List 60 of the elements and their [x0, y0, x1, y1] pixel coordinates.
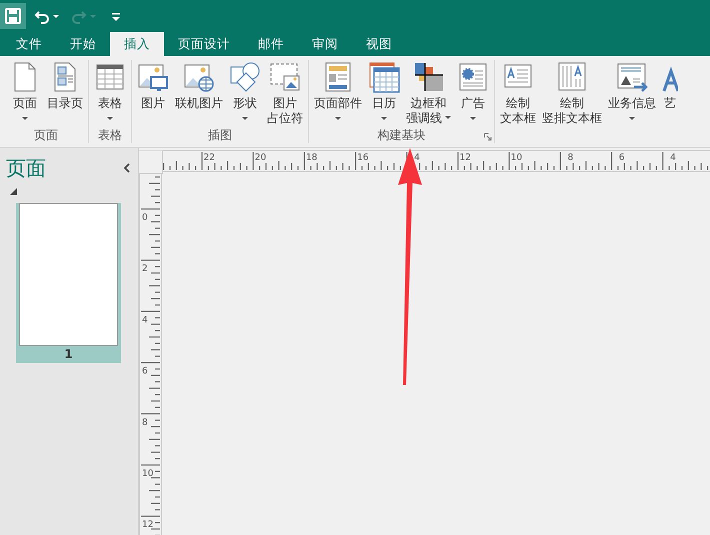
ribbon-button[interactable]: 页面部件 — [312, 60, 364, 121]
ruler-label: 10 — [142, 469, 154, 479]
ruler-label: 8 — [142, 418, 148, 428]
calendar-icon — [368, 61, 400, 93]
ribbon-button[interactable]: 图片 — [135, 60, 171, 112]
vertical-ruler[interactable]: 0 2 4 6 8 10 12 — [139, 174, 162, 535]
ruler-label: 6 — [142, 366, 148, 377]
dialog-launcher-icon[interactable] — [484, 133, 492, 141]
ribbon-button[interactable]: 绘制 文本框 — [498, 60, 538, 127]
business-card-icon — [616, 61, 648, 93]
ribbon-button[interactable]: 业务信息 — [606, 60, 658, 121]
ruler-label: 22 — [204, 153, 215, 163]
ruler-label: 6 — [618, 153, 625, 163]
ribbon-tab[interactable]: 页面设计 — [164, 32, 244, 56]
group-label: 页面 — [33, 127, 59, 143]
page-thumbnail[interactable]: 1 — [16, 203, 121, 363]
group-label: 构建基块 — [376, 127, 426, 143]
group-label: 表格 — [97, 127, 123, 143]
ribbon-tab[interactable]: 邮件 — [244, 32, 298, 56]
ribbon-tab[interactable]: 审阅 — [298, 32, 352, 56]
ruler-label: 16 — [357, 153, 369, 163]
pane-title: 页面 — [6, 154, 46, 182]
borders-accents-icon — [412, 61, 444, 93]
save-icon — [5, 8, 21, 24]
expand-triangle-icon[interactable] — [10, 188, 17, 195]
ruler-label: 2 — [142, 264, 148, 274]
ruler-label: 20 — [254, 153, 266, 163]
ruler-label: 12 — [460, 153, 471, 163]
ribbon-tab[interactable]: 插入 — [110, 32, 164, 56]
ribbon-button[interactable]: 页面 — [7, 60, 43, 121]
ruler-label: 10 — [510, 153, 522, 163]
ribbon-tab[interactable]: 视图 — [352, 32, 406, 56]
shapes-icon — [229, 61, 261, 93]
ruler-label: 0 — [142, 213, 148, 223]
ribbon-button[interactable]: 目录页 — [45, 60, 85, 112]
ribbon-button[interactable]: 图片 占位符 — [265, 60, 305, 127]
ribbon-button[interactable]: 广告 — [455, 60, 491, 121]
ribbon-button[interactable]: 绘制 竖排文本框 — [540, 60, 604, 127]
vertical-text-box-icon — [556, 61, 588, 93]
ribbon-button[interactable]: 联机图片 — [173, 60, 225, 112]
ribbon-button[interactable]: 形状 — [227, 60, 263, 121]
horizontal-ruler[interactable]: 22 20 18 16 4 12 10 8 6 4 — [163, 150, 710, 172]
ruler-label: 8 — [568, 153, 574, 163]
ribbon-tab[interactable]: 文件 — [2, 32, 56, 56]
ribbon-button[interactable]: 日历 — [366, 60, 402, 121]
ribbon-button[interactable]: 表格 — [92, 60, 128, 121]
picture-placeholder-icon — [269, 61, 301, 93]
ribbon-tab[interactable]: 开始 — [56, 32, 110, 56]
advertisement-icon — [457, 61, 489, 93]
ruler-label: 18 — [306, 153, 318, 163]
ruler-label: 4 — [414, 153, 420, 163]
ribbon-button[interactable]: 边框和 强调线 — [404, 60, 453, 127]
group-label: 插图 — [207, 127, 233, 143]
ruler-label: 4 — [142, 315, 148, 326]
page-number: 1 — [63, 346, 74, 363]
ruler-label: 12 — [142, 520, 154, 530]
ribbon-button[interactable]: 艺 — [660, 60, 680, 112]
ruler-label: 4 — [670, 153, 676, 163]
save-button[interactable] — [0, 3, 26, 29]
collapse-icon[interactable] — [124, 163, 130, 173]
